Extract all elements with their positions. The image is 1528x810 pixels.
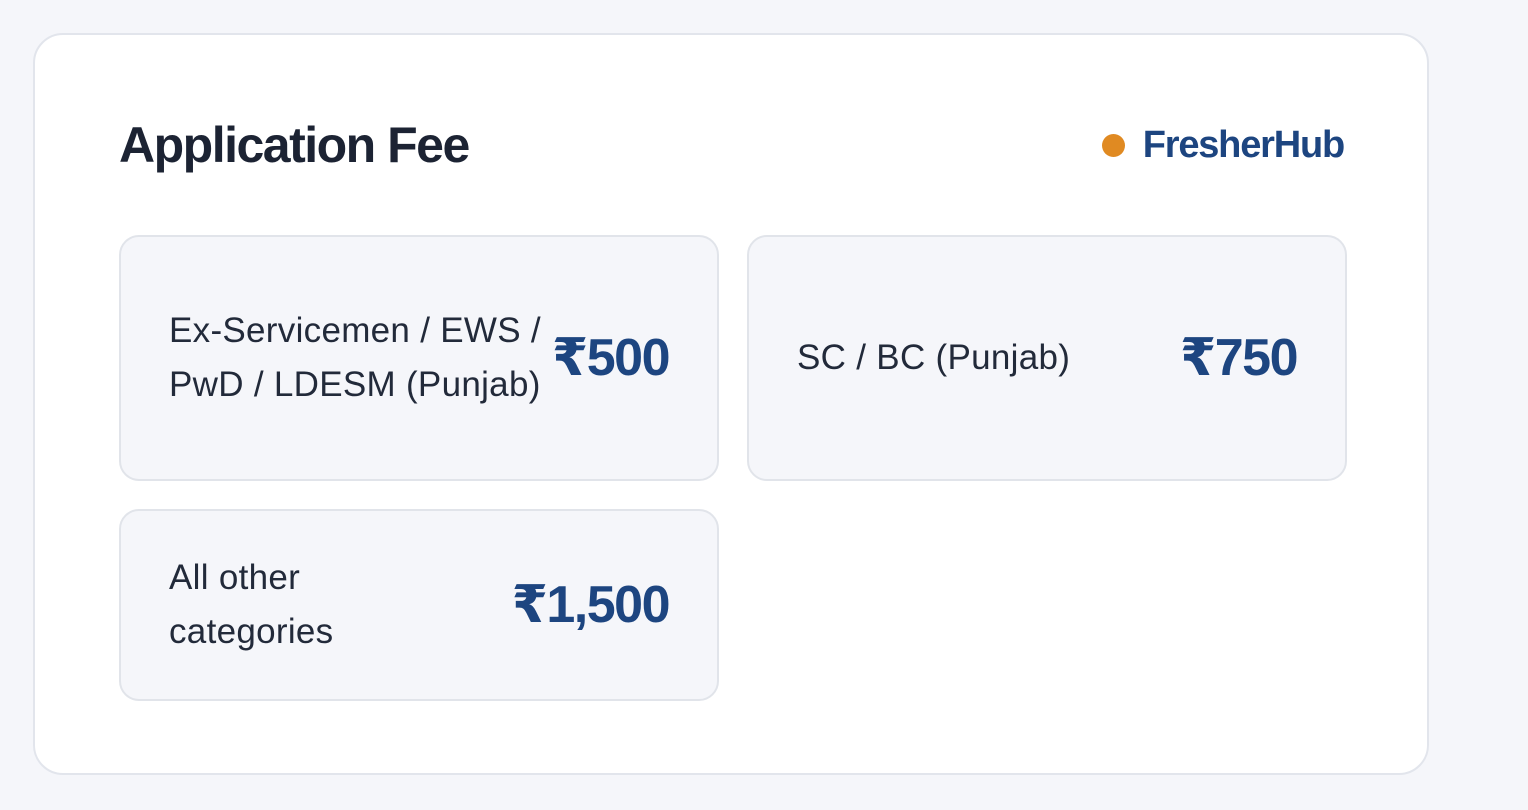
fee-category: All other categories (169, 558, 334, 651)
fee-item: All other categories ₹1,500 (119, 509, 719, 701)
application-fee-card: Application Fee FresherHub Ex-Servicemen… (33, 33, 1429, 775)
fee-item: SC / BC (Punjab) ₹750 (747, 235, 1347, 481)
fee-category: Ex-Servicemen / EWS / PwD / LDESM (Punja… (169, 311, 541, 404)
brand-dot-icon (1101, 133, 1125, 157)
fee-amount: ₹1,500 (511, 576, 671, 634)
section-title: Application Fee (119, 117, 470, 173)
fee-category: SC / BC (Punjab) (797, 338, 1071, 377)
fee-item: Ex-Servicemen / EWS / PwD / LDESM (Punja… (119, 235, 719, 481)
brand-name: FresherHub (1142, 124, 1345, 166)
fee-amount: ₹500 (552, 329, 670, 387)
fee-amount: ₹750 (1180, 329, 1298, 387)
brand-badge: FresherHub (1101, 123, 1345, 167)
